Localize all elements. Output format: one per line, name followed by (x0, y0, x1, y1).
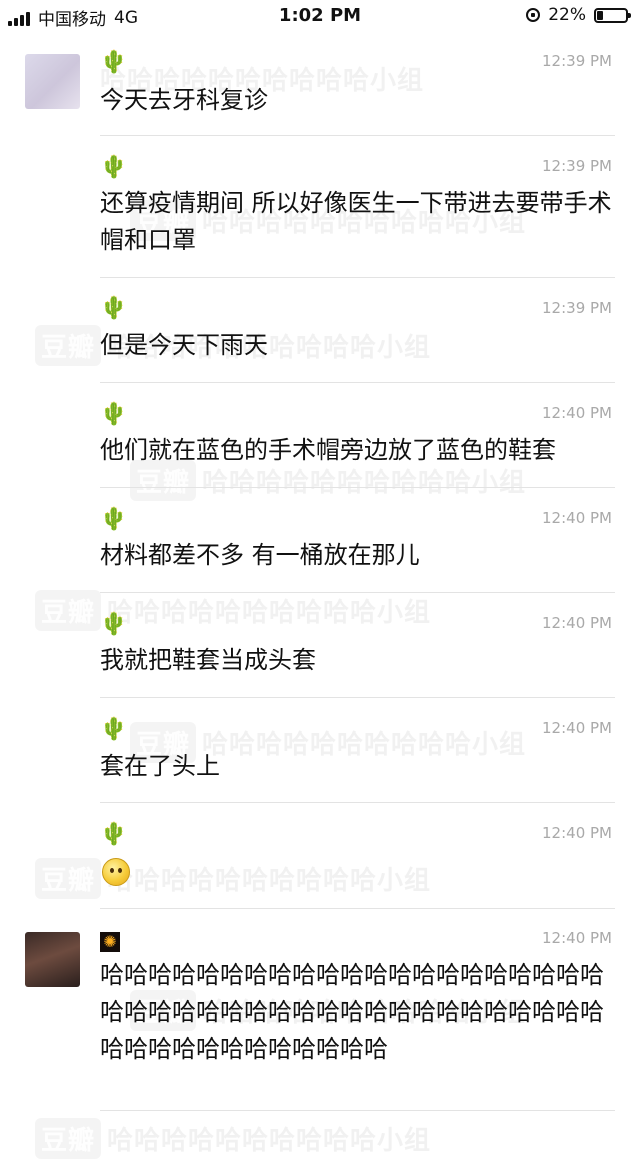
message-text: 今天去牙科复诊 (100, 86, 268, 114)
message-time: 12:40 PM (542, 614, 612, 632)
divider (100, 802, 615, 803)
status-right: 22% (526, 5, 631, 25)
divider (100, 277, 615, 278)
cactus-icon: 🌵 (100, 296, 128, 321)
watermark: 豆瓣 哈哈哈哈哈哈哈哈哈哈小组 (35, 1118, 431, 1159)
message-text: 材料都差不多 有一桶放在那儿 (100, 541, 420, 569)
message-time: 12:40 PM (542, 929, 612, 947)
cactus-icon: 🌵 (100, 507, 128, 532)
watermark: 豆瓣 哈哈哈哈哈哈哈哈哈哈小组 (35, 858, 431, 899)
cactus-icon: 🌵 (100, 50, 128, 75)
avatar[interactable] (25, 54, 80, 109)
cactus-icon: 🌵 (100, 717, 128, 742)
cactus-icon: 🌵 (100, 155, 128, 180)
battery-percent: 22% (548, 5, 586, 25)
message-text: 我就把鞋套当成头套 (100, 646, 316, 674)
divider (100, 697, 615, 698)
divider (100, 135, 615, 136)
divider (100, 1110, 615, 1111)
cactus-icon: 🌵 (100, 822, 128, 847)
battery-icon (594, 7, 631, 23)
divider (100, 592, 615, 593)
message-time: 12:39 PM (542, 157, 612, 175)
message-text: 但是今天下雨天 (100, 331, 268, 359)
rotation-lock-icon (526, 8, 541, 22)
cactus-icon: 🌵 (100, 612, 128, 637)
avatar[interactable] (25, 932, 80, 987)
divider (100, 382, 615, 383)
message-time: 12:39 PM (542, 299, 612, 317)
message-text: 他们就在蓝色的手术帽旁边放了蓝色的鞋套 (100, 436, 556, 464)
firework-icon: ✺ (100, 928, 120, 954)
cactus-icon: 🌵 (100, 402, 128, 427)
message-time: 12:40 PM (542, 404, 612, 422)
message-time: 12:39 PM (542, 52, 612, 70)
message-text: 套在了头上 (100, 752, 220, 780)
message-time: 12:40 PM (542, 509, 612, 527)
divider (100, 487, 615, 488)
watermark: 豆瓣 哈哈哈哈哈哈哈哈哈哈小组 (35, 590, 431, 631)
divider (100, 908, 615, 909)
message-text: 哈哈哈哈哈哈哈哈哈哈哈哈哈哈哈哈哈哈哈哈哈哈哈哈哈哈哈哈哈哈哈哈哈哈哈哈哈哈哈哈… (100, 961, 604, 1063)
smiling-face-emoji (102, 858, 130, 886)
message-text: 还算疫情期间 所以好像医生一下带进去要带手术帽和口罩 (100, 189, 612, 254)
message-time: 12:40 PM (542, 824, 612, 842)
message-time: 12:40 PM (542, 719, 612, 737)
status-bar: 中国移动 4G 1:02 PM 22% (0, 0, 640, 34)
